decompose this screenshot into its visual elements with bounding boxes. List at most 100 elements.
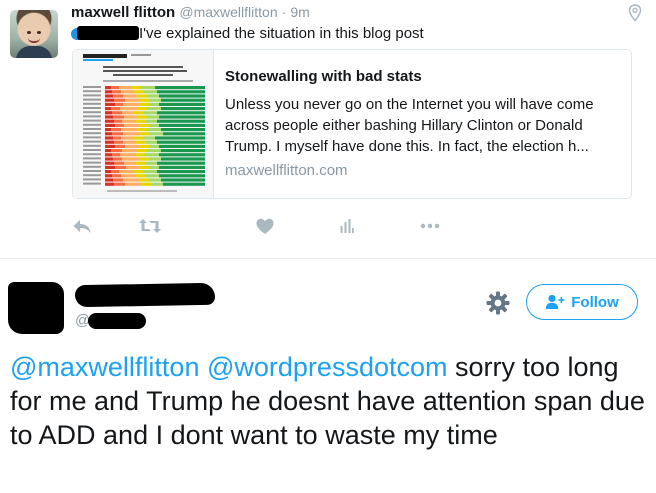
reply-button[interactable] <box>72 214 92 238</box>
thumb-bar-segment <box>111 149 122 153</box>
tweet-text: I've explained the situation in this blo… <box>71 25 424 42</box>
thumb-bar-segment <box>161 128 205 132</box>
thumb-bar-segment <box>121 90 134 94</box>
thumb-bar-segment <box>114 98 125 102</box>
thumb-bar-segment <box>157 111 205 115</box>
thumb-bar-segment <box>124 123 139 127</box>
thumb-bar-segment <box>105 111 112 115</box>
tweet-time[interactable]: · 9m <box>282 4 310 20</box>
thumb-bar-segment <box>119 86 131 90</box>
card-thumbnail-chart <box>83 54 205 192</box>
thumb-bar-segment <box>122 149 137 153</box>
thumb-row-label <box>83 132 101 135</box>
thumb-row-label <box>83 119 101 122</box>
thumb-bar-segment <box>161 98 205 102</box>
thumb-row-label <box>83 161 101 164</box>
reply-author-name-redacted[interactable] <box>74 282 216 308</box>
like-button[interactable] <box>256 214 274 238</box>
thumb-bar-segment <box>122 111 134 115</box>
thumb-bar-segment <box>122 119 136 123</box>
thumb-bar-segment <box>123 132 140 136</box>
thumb-bar-segment <box>136 161 146 165</box>
thumb-bar-segment <box>105 149 111 153</box>
thumb-bar-segment <box>133 136 143 140</box>
thumb-bar-segment <box>142 182 152 186</box>
reply-author-handle-redacted[interactable] <box>88 313 146 329</box>
thumb-row-label <box>83 174 101 177</box>
thumb-bar-segment <box>137 149 147 153</box>
thumb-row-label <box>83 140 101 143</box>
thumb-bar-segment <box>149 178 161 182</box>
thumb-bar-segment <box>149 165 159 169</box>
thumb-bar-segment <box>149 123 159 127</box>
thumb-bar-segment <box>114 119 122 123</box>
author-avatar[interactable] <box>10 10 58 58</box>
thumb-bar-segment <box>125 144 139 148</box>
thumb-row-label <box>83 98 101 101</box>
thumb-bar-segment <box>123 102 139 106</box>
thumb-bar-segment <box>112 153 120 157</box>
tweet-original: maxwell flitton @maxwellflitton · 9m I'v… <box>0 0 656 258</box>
redacted-mention[interactable] <box>71 26 139 41</box>
thumb-bar-segment <box>137 107 147 111</box>
analytics-button[interactable] <box>340 214 354 238</box>
author-name[interactable]: maxwell flitton <box>71 4 175 21</box>
thumb-bar-segment <box>115 102 123 106</box>
author-handle[interactable]: @maxwellflitton <box>179 4 277 20</box>
thumb-bar-segment <box>136 140 146 144</box>
thumb-bar-segment <box>147 128 161 132</box>
thumb-bar-segment <box>105 161 114 165</box>
thumb-bar-segment <box>105 132 112 136</box>
link-card[interactable]: Stonewalling with bad stats Unless you n… <box>72 49 632 199</box>
mention-wordpressdotcom[interactable]: @wordpressdotcom <box>207 352 448 382</box>
thumb-bar-segment <box>159 174 205 178</box>
thumb-bar-segment <box>147 149 161 153</box>
follow-button-label: Follow <box>571 293 619 311</box>
thumb-row-label <box>83 128 101 130</box>
thumb-bar-segment <box>112 90 121 94</box>
thumb-row-label <box>83 157 101 160</box>
thumb-bar-segment <box>139 144 149 148</box>
retweet-button[interactable] <box>138 214 162 238</box>
thumb-bar-segment <box>105 140 114 144</box>
thumb-bar-segment <box>115 165 126 169</box>
thumb-bar-segment <box>121 136 133 140</box>
thumb-bar-segment <box>105 174 112 178</box>
thumb-bar-segment <box>105 165 115 169</box>
thumb-bar-segment <box>124 161 136 165</box>
thumb-bar-segment <box>105 86 111 90</box>
thumb-bar-segment <box>147 94 159 98</box>
card-description: Unless you never go on the Internet you … <box>225 96 594 155</box>
card-title: Stonewalling with bad stats <box>225 68 422 85</box>
thumb-row-label <box>83 107 101 109</box>
tweet-text-body: I've explained the situation in this blo… <box>139 25 424 42</box>
avatar-shirt <box>16 46 52 58</box>
thumb-bar-segment <box>105 115 113 119</box>
more-button[interactable] <box>420 214 440 238</box>
thumb-bar-segment <box>161 157 205 161</box>
thumb-bar-segment <box>146 161 157 165</box>
thumb-bar-segment <box>111 128 121 132</box>
thumb-row-label <box>83 149 101 151</box>
gear-icon[interactable] <box>485 290 511 316</box>
card-thumbnail <box>73 50 214 198</box>
mention-maxwellflitton[interactable]: @maxwellflitton <box>10 352 199 382</box>
thumb-bar-segment <box>105 170 111 174</box>
location-pin-icon[interactable] <box>628 4 642 22</box>
thumb-bar-segment <box>134 90 144 94</box>
thumb-bar-segment <box>140 98 150 102</box>
avatar-eye-right <box>37 31 41 34</box>
thumb-row-label <box>83 86 101 88</box>
thumb-bar-segment <box>113 115 124 119</box>
follow-button[interactable]: Follow <box>526 284 638 320</box>
thumb-bar-segment <box>105 144 115 148</box>
thumb-bar-segment <box>163 182 205 186</box>
thumb-bar-segment <box>112 111 122 115</box>
thumb-bar-segment <box>119 170 133 174</box>
thumb-bar-segment <box>125 98 140 102</box>
thumb-bar-segment <box>139 165 149 169</box>
thumb-bar-segment <box>111 86 119 90</box>
thumb-bar-segment <box>144 111 157 115</box>
like-icon <box>256 218 274 234</box>
reply-author-avatar-redacted[interactable] <box>8 282 64 334</box>
